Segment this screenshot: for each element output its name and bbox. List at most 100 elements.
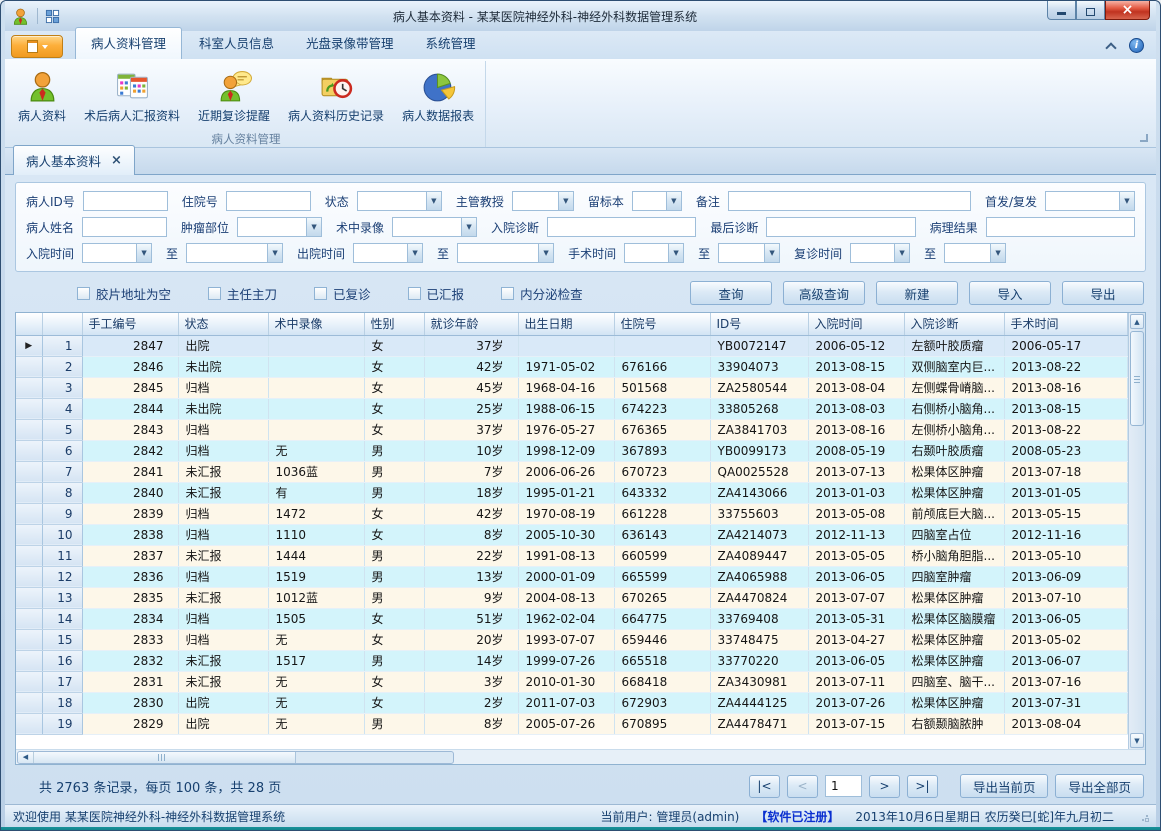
last-page-button[interactable]: >| <box>907 775 938 798</box>
grid-cell[interactable]: 668418 <box>614 671 710 692</box>
grid-cell[interactable]: 松果体区脑膜瘤 <box>904 608 1004 629</box>
grid-cell[interactable]: 1036蓝 <box>268 461 364 482</box>
grid-cell[interactable]: 636143 <box>614 524 710 545</box>
grid-cell[interactable]: 1971-05-02 <box>518 356 614 377</box>
ribbon-button-chart[interactable]: 病人数据报表 <box>393 61 483 131</box>
grid-cell[interactable] <box>614 335 710 356</box>
grid-cell[interactable]: 2832 <box>82 650 178 671</box>
grid-cell[interactable]: 归档 <box>178 608 268 629</box>
filter-combo[interactable]: ▼ <box>1045 191 1135 211</box>
filter-combo[interactable]: ▼ <box>237 217 322 237</box>
grid-cell[interactable]: 672903 <box>614 692 710 713</box>
grid-cell[interactable]: ZA3430981 <box>710 671 808 692</box>
grid-cell[interactable]: 女 <box>364 671 424 692</box>
table-row[interactable]: 102838归档1110女8岁2005-10-30636143ZA4214073… <box>16 524 1128 545</box>
grid-cell[interactable]: 42岁 <box>424 503 518 524</box>
column-header[interactable]: 就诊年龄 <box>424 313 518 335</box>
grid-cell[interactable]: 2006-05-17 <box>1004 335 1128 356</box>
grid-cell[interactable]: 男 <box>364 440 424 461</box>
grid-cell[interactable]: 2013-05-31 <box>808 608 904 629</box>
combo-dropdown-arrow-icon[interactable]: ▼ <box>306 218 321 236</box>
grid-cell[interactable]: ZA4444125 <box>710 692 808 713</box>
grid-cell[interactable]: 661228 <box>614 503 710 524</box>
combo-dropdown-arrow-icon[interactable]: ▼ <box>407 244 422 262</box>
table-row[interactable]: 22846未出院女42岁1971-05-02676166339040732013… <box>16 356 1128 377</box>
export-current-page-button[interactable]: 导出当前页 <box>960 774 1049 798</box>
table-row[interactable]: 172831未汇报无女3岁2010-01-30668418ZA343098120… <box>16 671 1128 692</box>
filter-combo[interactable]: ▼ <box>624 243 684 263</box>
grid-cell[interactable]: 659446 <box>614 629 710 650</box>
grid-cell[interactable]: 2013-07-15 <box>808 713 904 734</box>
grid-cell[interactable]: 2岁 <box>424 692 518 713</box>
grid-cell[interactable]: 2013-05-02 <box>1004 629 1128 650</box>
grid-cell[interactable]: 2013-04-27 <box>808 629 904 650</box>
grid-cell[interactable]: 2837 <box>82 545 178 566</box>
grid-cell[interactable]: 女 <box>364 419 424 440</box>
grid-cell[interactable]: 2842 <box>82 440 178 461</box>
grid-cell[interactable]: 670723 <box>614 461 710 482</box>
action-button-导出[interactable]: 导出 <box>1062 281 1144 305</box>
registered-link[interactable]: 【软件已注册】 <box>755 808 839 825</box>
column-header[interactable]: 手术时间 <box>1004 313 1128 335</box>
grid-cell[interactable]: 男 <box>364 713 424 734</box>
grid-cell[interactable]: 左侧蝶骨嵴脑... <box>904 377 1004 398</box>
grid-cell[interactable]: 归档 <box>178 524 268 545</box>
grid-cell[interactable]: 2013-06-05 <box>1004 608 1128 629</box>
grid-cell[interactable]: 归档 <box>178 440 268 461</box>
grid-cell[interactable]: 2845 <box>82 377 178 398</box>
grid-cell[interactable]: 1999-07-26 <box>518 650 614 671</box>
grid-cell[interactable]: 8岁 <box>424 524 518 545</box>
grid-cell[interactable]: 37岁 <box>424 419 518 440</box>
horizontal-scrollbar[interactable]: ◀ <box>17 751 454 764</box>
table-row[interactable]: 142834归档1505女51岁1962-02-0466477533769408… <box>16 608 1128 629</box>
grid-cell[interactable]: 2013-06-07 <box>1004 650 1128 671</box>
grid-cell[interactable]: 2013-08-22 <box>1004 419 1128 440</box>
grid-cell[interactable]: 45岁 <box>424 377 518 398</box>
ribbon-tab-patient-data[interactable]: 病人资料管理 <box>75 27 182 59</box>
page-number-input[interactable]: 1 <box>825 775 862 797</box>
filter-combo[interactable]: ▼ <box>850 243 910 263</box>
scroll-up-icon[interactable]: ▲ <box>1130 314 1144 329</box>
column-header[interactable]: 入院时间 <box>808 313 904 335</box>
grid-cell[interactable]: 2013-08-22 <box>1004 356 1128 377</box>
grid-cell[interactable]: 归档 <box>178 566 268 587</box>
maximize-button[interactable] <box>1076 1 1105 20</box>
grid-cell[interactable]: YB0099173 <box>710 440 808 461</box>
filter-combo[interactable]: ▼ <box>512 191 574 211</box>
grid-cell[interactable]: 未出院 <box>178 398 268 419</box>
grid-cell[interactable]: 643332 <box>614 482 710 503</box>
grid-cell[interactable]: 归档 <box>178 629 268 650</box>
grid-cell[interactable]: 2013-07-18 <box>1004 461 1128 482</box>
grid-cell[interactable]: 1991-08-13 <box>518 545 614 566</box>
table-row[interactable]: 62842归档无男10岁1998-12-09367893YB0099173200… <box>16 440 1128 461</box>
grid-cell[interactable]: 1970-08-19 <box>518 503 614 524</box>
grid-cell[interactable]: 501568 <box>614 377 710 398</box>
grid-cell[interactable]: 男 <box>364 545 424 566</box>
filter-combo[interactable]: ▼ <box>186 243 283 263</box>
checkbox-box[interactable] <box>501 287 514 300</box>
grid-cell[interactable]: 2013-08-03 <box>808 398 904 419</box>
filter-combo[interactable]: ▼ <box>82 243 152 263</box>
grid-cell[interactable]: ZA4089447 <box>710 545 808 566</box>
grid-cell[interactable]: 2013-07-10 <box>1004 587 1128 608</box>
grid-cell[interactable]: 2013-07-26 <box>808 692 904 713</box>
layout-grid-icon[interactable] <box>45 9 60 24</box>
grid-cell[interactable]: ZA2580544 <box>710 377 808 398</box>
grid-cell[interactable]: 2846 <box>82 356 178 377</box>
grid-cell[interactable]: ZA4065988 <box>710 566 808 587</box>
grid-cell[interactable]: 1998-12-09 <box>518 440 614 461</box>
column-header[interactable]: 住院号 <box>614 313 710 335</box>
grid-cell[interactable]: 归档 <box>178 503 268 524</box>
grid-cell[interactable]: 出院 <box>178 335 268 356</box>
table-row[interactable]: 32845归档女45岁1968-04-16501568ZA25805442013… <box>16 377 1128 398</box>
grid-cell[interactable]: 2008-05-23 <box>1004 440 1128 461</box>
grid-cell[interactable]: 1962-02-04 <box>518 608 614 629</box>
column-header[interactable]: 入院诊断 <box>904 313 1004 335</box>
checkbox-box[interactable] <box>208 287 221 300</box>
vertical-scroll-thumb[interactable] <box>1130 331 1144 426</box>
grid-cell[interactable]: 2013-05-10 <box>1004 545 1128 566</box>
grid-cell[interactable]: 18岁 <box>424 482 518 503</box>
grid-cell[interactable]: 2835 <box>82 587 178 608</box>
dialog-launcher-icon[interactable] <box>1140 134 1148 142</box>
grid-cell[interactable]: 女 <box>364 608 424 629</box>
